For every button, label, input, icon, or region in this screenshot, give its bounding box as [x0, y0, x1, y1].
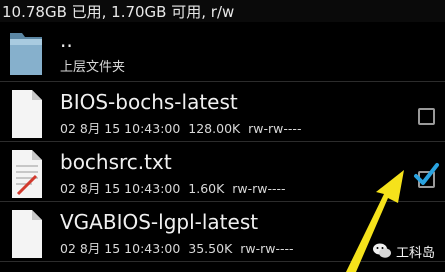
file-permissions: rw-rw---- — [232, 181, 286, 196]
watermark-text: 工科岛 — [396, 245, 436, 261]
file-permissions: rw-rw---- — [240, 241, 294, 256]
file-permissions: rw-rw---- — [248, 121, 302, 136]
file-details: 02 8月 15 10:43:00 35.50K rw-rw---- — [60, 238, 294, 257]
parent-folder-row[interactable]: .. 上层文件夹 — [0, 22, 445, 82]
file-date: 02 8月 15 10:43:00 — [60, 241, 181, 256]
storage-status: 10.78GB 已用, 1.70GB 可用, r/w — [2, 3, 235, 21]
file-size: 35.50K — [188, 241, 233, 256]
wechat-icon — [373, 243, 391, 258]
checkmark-icon — [414, 163, 439, 185]
folder-icon — [10, 33, 42, 75]
file-size: 128.00K — [188, 121, 241, 136]
status-bar: 10.78GB 已用, 1.70GB 可用, r/w — [0, 0, 445, 22]
file-row[interactable]: BIOS-bochs-latest 02 8月 15 10:43:00 128.… — [0, 82, 445, 142]
file-name: bochsrc.txt — [60, 150, 172, 174]
parent-folder-label: 上层文件夹 — [60, 60, 126, 75]
file-name: BIOS-bochs-latest — [60, 90, 238, 114]
file-size: 1.60K — [188, 181, 225, 196]
file-details: 02 8月 15 10:43:00 1.60K rw-rw---- — [60, 178, 286, 197]
file-name: VGABIOS-lgpl-latest — [60, 210, 259, 234]
file-date: 02 8月 15 10:43:00 — [60, 121, 181, 136]
text-file-icon — [12, 150, 42, 198]
parent-folder-name: .. — [60, 28, 73, 52]
file-details: 02 8月 15 10:43:00 128.00K rw-rw---- — [60, 118, 301, 137]
file-icon — [12, 90, 42, 138]
file-icon — [12, 210, 42, 258]
file-date: 02 8月 15 10:43:00 — [60, 181, 181, 196]
file-checkbox[interactable] — [418, 108, 435, 125]
watermark: 工科岛 — [372, 240, 435, 262]
